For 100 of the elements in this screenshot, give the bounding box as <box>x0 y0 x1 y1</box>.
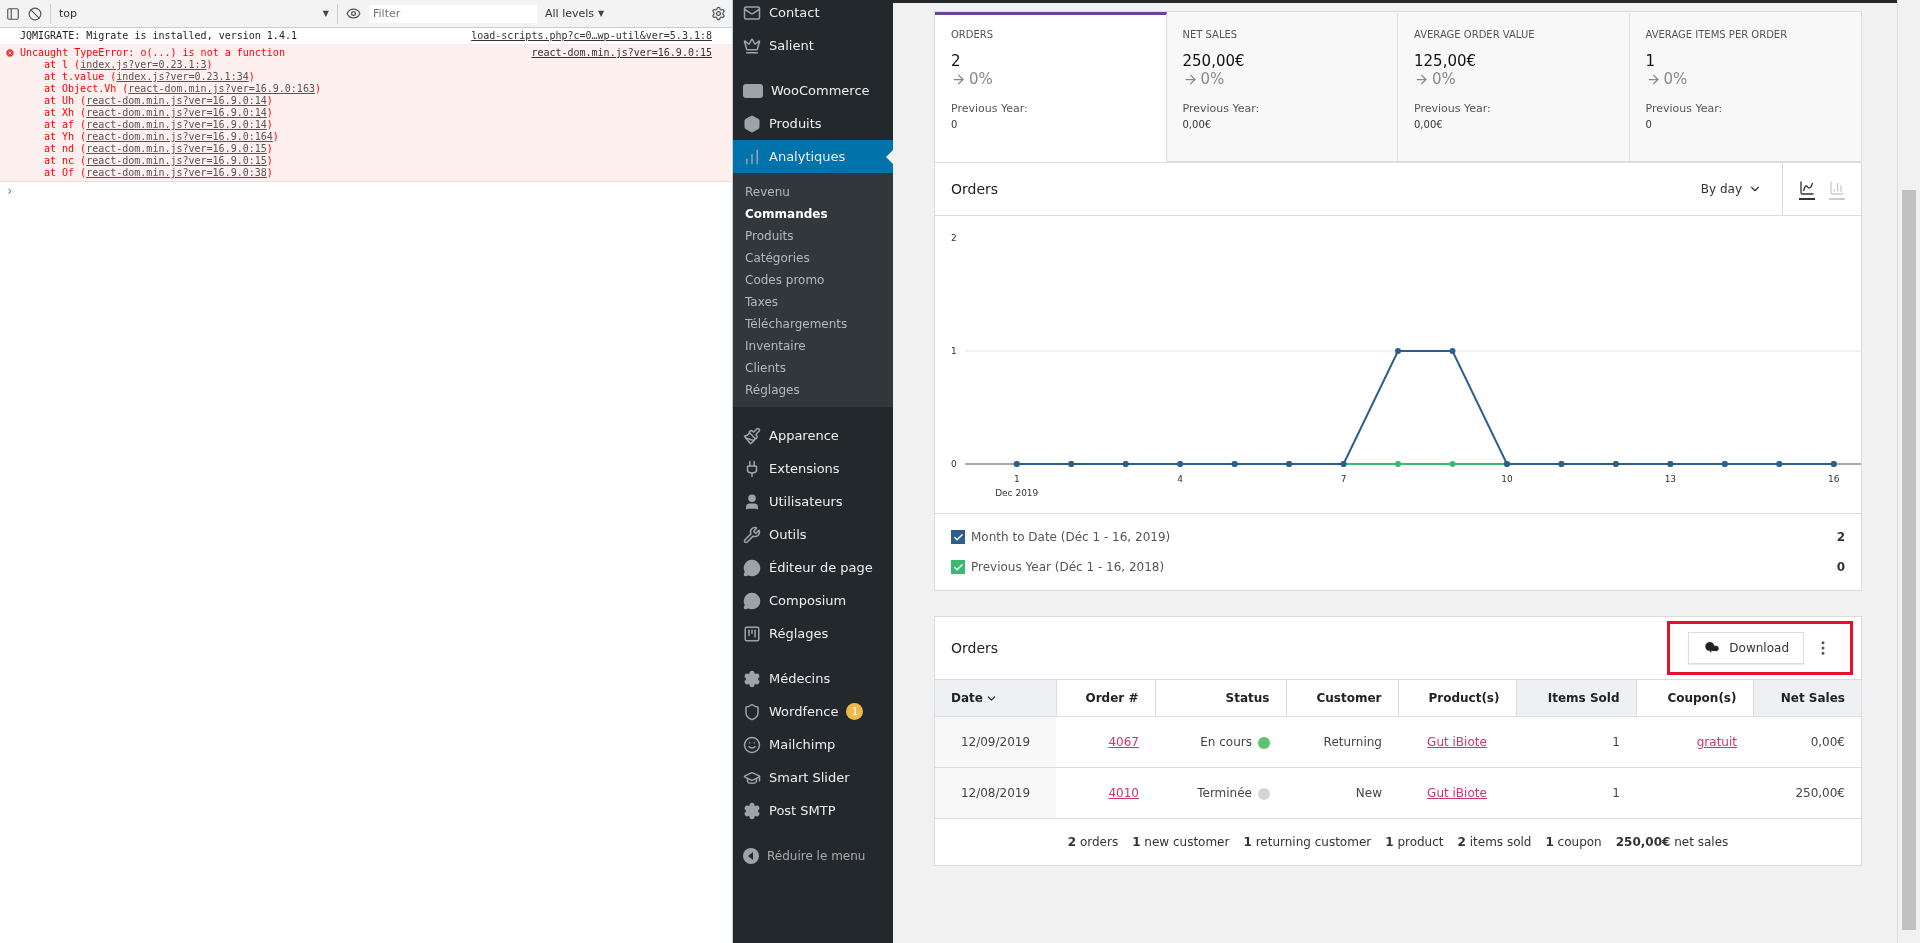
source-link[interactable]: react-dom.min.js?ver=16.9.0:15 <box>531 47 712 179</box>
legend-checkbox[interactable] <box>951 560 965 574</box>
levels-dropdown[interactable]: All levels ▼ <box>545 7 605 20</box>
context-select[interactable]: top ▼ <box>50 3 338 24</box>
menu-item[interactable]: Médecins <box>733 662 893 695</box>
panel-toggle-icon[interactable] <box>6 6 20 21</box>
bar-chart-icon <box>743 147 761 166</box>
source-link[interactable]: react-dom.min.js?ver=16.9.0:14 <box>86 119 267 130</box>
submenu-item[interactable]: Inventaire <box>733 335 893 357</box>
source-link[interactable]: react-dom.min.js?ver=16.9.0:38 <box>86 167 267 178</box>
product-link[interactable]: Gut iBiote <box>1427 786 1487 800</box>
menu-item[interactable]: Éditeur de page <box>733 551 893 584</box>
submenu-item[interactable]: Codes promo <box>733 269 893 291</box>
stat-tab[interactable]: AVERAGE ORDER VALUE 125,00€ 0% Previous Year: 0,00€ <box>1398 12 1630 162</box>
table-cell: 1 <box>1516 716 1636 768</box>
column-header[interactable]: Coupon(s) <box>1636 679 1753 717</box>
stat-value: 250,00€ <box>1182 52 1246 70</box>
error-icon <box>5 48 15 58</box>
source-link[interactable]: index.js?ver=0.23.1:3 <box>80 59 207 70</box>
stat-label: Previous Year: <box>1645 102 1724 115</box>
stack-line: at nd (react-dom.min.js?ver=16.9.0:15) <box>44 143 274 155</box>
stack-line: at Of (react-dom.min.js?ver=16.9.0:38) <box>44 167 274 179</box>
crown-icon <box>743 36 761 55</box>
axis-label: 1 <box>951 345 957 356</box>
menu-item[interactable]: Outils <box>733 518 893 551</box>
line-chart-button[interactable] <box>1799 178 1815 200</box>
filter-field[interactable]: Filter <box>369 4 537 23</box>
column-header[interactable]: Customer <box>1286 679 1398 717</box>
clear-console-icon[interactable] <box>28 6 42 21</box>
table-cell: New <box>1286 767 1398 819</box>
stat-tab[interactable]: ORDERS 2 0% Previous Year: 0 <box>935 12 1167 162</box>
source-link[interactable]: react-dom.min.js?ver=16.9.0:163 <box>128 83 315 94</box>
eye-icon[interactable] <box>346 6 361 21</box>
axis-label: 10 <box>1501 474 1513 484</box>
menu-item[interactable]: Produits <box>733 107 893 140</box>
summary-item: 2 orders <box>1067 835 1119 849</box>
submenu-item[interactable]: Clients <box>733 357 893 379</box>
table-cell: 12/08/2019 <box>935 767 1056 819</box>
summary-item: 1 coupon <box>1545 835 1602 849</box>
order-link[interactable]: 4010 <box>1108 786 1139 800</box>
submenu-item[interactable]: Revenu <box>733 181 893 203</box>
stat-tab[interactable]: NET SALES 250,00€ 0% Previous Year: 0,00€ <box>1166 12 1398 162</box>
column-header[interactable]: Status <box>1155 679 1286 717</box>
axis-label: 7 <box>1340 474 1347 484</box>
submenu-item[interactable]: Catégories <box>733 247 893 269</box>
source-link[interactable]: react-dom.min.js?ver=16.9.0:15 <box>86 143 267 154</box>
menu-item[interactable]: Composium <box>733 584 893 617</box>
stat-label: AVERAGE ORDER VALUE <box>1414 29 1536 40</box>
menu-item[interactable]: Contact <box>733 0 893 29</box>
stack-line: at Xh (react-dom.min.js?ver=16.9.0:14) <box>44 107 274 119</box>
source-link[interactable]: react-dom.min.js?ver=16.9.0:164 <box>86 131 273 142</box>
submenu-item[interactable]: Produits <box>733 225 893 247</box>
axis-label: 2 <box>951 232 957 243</box>
box-icon <box>743 114 761 133</box>
product-link[interactable]: Gut iBiote <box>1427 735 1487 749</box>
coupon-link[interactable]: gratuit <box>1696 735 1737 749</box>
column-header[interactable]: Product(s) <box>1398 679 1516 717</box>
source-link[interactable]: react-dom.min.js?ver=16.9.0:15 <box>86 155 267 166</box>
submenu-item[interactable]: Commandes <box>733 203 893 225</box>
submenu-item[interactable]: Taxes <box>733 291 893 313</box>
stat-label: Previous Year: <box>1182 102 1261 115</box>
stat-tab[interactable]: AVERAGE ITEMS PER ORDER 1 0% Previous Year: 0 <box>1629 12 1861 162</box>
axis-label: 1 <box>1013 474 1020 484</box>
interval-dropdown[interactable]: By day <box>1680 182 1782 196</box>
gear-icon <box>743 669 761 688</box>
submenu-item[interactable]: Réglages <box>733 379 893 401</box>
column-header[interactable]: Items Sold <box>1516 679 1636 717</box>
source-link[interactable]: react-dom.min.js?ver=16.9.0:14 <box>86 95 267 106</box>
envelope-icon <box>743 3 761 22</box>
legend-label: Previous Year (Déc 1 - 16, 2018) <box>971 560 1165 574</box>
menu-item[interactable]: Apparence <box>733 419 893 452</box>
console-prompt[interactable]: › <box>0 182 732 200</box>
submenu-item[interactable]: Téléchargements <box>733 313 893 335</box>
source-link[interactable]: react-dom.min.js?ver=16.9.0:14 <box>86 107 267 118</box>
collapse-menu[interactable]: Réduire le menu <box>733 839 893 873</box>
stack-line: at Yh (react-dom.min.js?ver=16.9.0:164) <box>44 131 280 143</box>
menu-item[interactable]: Salient <box>733 29 893 62</box>
menu-item[interactable]: Wordfence 1 <box>733 695 893 728</box>
stat-label: AVERAGE ITEMS PER ORDER <box>1645 29 1789 40</box>
legend-checkbox[interactable] <box>951 530 965 544</box>
menu-item[interactable]: Réglages <box>733 617 893 650</box>
summary-item: 250,00€ net sales <box>1615 835 1729 849</box>
source-link[interactable]: index.js?ver=0.23.1:34 <box>116 71 249 82</box>
menu-item[interactable]: Extensions <box>733 452 893 485</box>
download-button[interactable]: Download <box>1688 632 1804 664</box>
menu-item[interactable]: Post SMTP <box>733 794 893 827</box>
settings-icon[interactable] <box>711 6 726 21</box>
menu-pointer <box>886 150 893 164</box>
order-link[interactable]: 4067 <box>1108 735 1139 749</box>
speech-bubble-icon <box>743 591 761 610</box>
source-link[interactable]: load-scripts.php?c=0…wp-util&ver=5.3.1:8 <box>471 30 712 42</box>
menu-item[interactable]: Mailchimp <box>733 728 893 761</box>
menu-item[interactable]: Analytiques <box>733 140 893 173</box>
scrollbar-thumb[interactable] <box>1902 190 1916 930</box>
column-header[interactable]: Order # <box>1056 679 1155 717</box>
menu-item[interactable]: Smart Slider <box>733 761 893 794</box>
column-header[interactable]: Date <box>935 679 1056 717</box>
menu-item[interactable]: WooCommerce <box>733 74 893 107</box>
menu-item[interactable]: Utilisateurs <box>733 485 893 518</box>
column-header[interactable]: Net Sales <box>1753 679 1861 717</box>
